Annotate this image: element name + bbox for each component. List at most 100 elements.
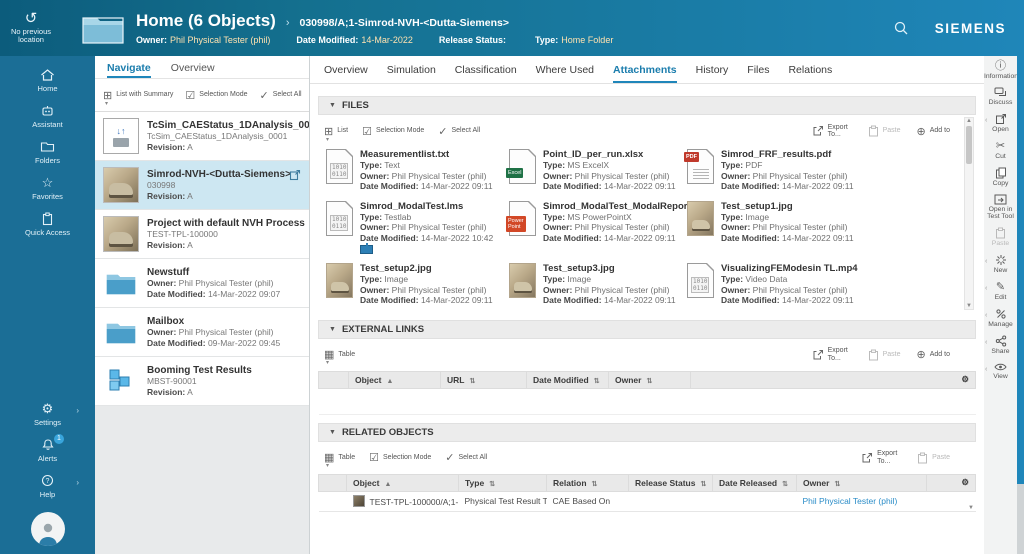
- related-objects-paste-button[interactable]: Paste: [917, 450, 950, 465]
- type-label: Type:: [535, 35, 558, 45]
- table-row-test-tpl-100000[interactable]: TEST-TPL-100000/A;1-Pr... Physical Test …: [319, 491, 976, 511]
- scrollbar-thumb[interactable]: [966, 126, 972, 164]
- list-item-newstuff[interactable]: Newstuff Owner: Phil Physical Tester (ph…: [95, 259, 309, 308]
- file-card-test-setup3[interactable]: Test_setup3.jpg Type: Image Owner: Phil …: [509, 263, 687, 306]
- related-objects-selection-mode-button[interactable]: ☑ Selection Mode: [369, 451, 431, 464]
- owner-link[interactable]: Phil Physical Tester (phil): [803, 496, 898, 506]
- column-header-relation[interactable]: Relation⇅: [547, 474, 629, 491]
- related-objects-select-all-button[interactable]: ✓ Select All: [445, 451, 487, 464]
- open-in-new-icon[interactable]: [289, 169, 301, 181]
- external-links-add-to-button[interactable]: ⊕ Add to: [917, 347, 950, 362]
- user-avatar[interactable]: [31, 512, 65, 546]
- sort-asc-icon: ▲: [386, 378, 393, 385]
- command-open[interactable]: ‹ Open: [984, 109, 1017, 136]
- list-item-simrod-nvh-selected[interactable]: Simrod-NVH-<Dutta-Siemens> 030998 Revisi…: [95, 161, 309, 210]
- checkbox-column-header[interactable]: [319, 371, 349, 388]
- related-objects-table-view-button[interactable]: ▦▾ Table: [324, 451, 355, 464]
- scroll-up-icon[interactable]: ▲: [966, 118, 972, 124]
- scroll-down-icon[interactable]: ▼: [968, 505, 974, 511]
- tab-relations[interactable]: Relations: [788, 56, 832, 83]
- external-links-export-to-button[interactable]: Export To...: [812, 347, 852, 362]
- column-header-release-status[interactable]: Release Status⇅: [629, 474, 713, 491]
- breadcrumb-item[interactable]: 030998/A;1-Simrod-NVH-<Dutta-Siemens>: [299, 17, 508, 29]
- tab-where-used[interactable]: Where Used: [536, 56, 594, 83]
- column-header-date-modified[interactable]: Date Modified⇅: [527, 371, 609, 388]
- tab-overview-left[interactable]: Overview: [171, 56, 215, 78]
- files-list-view-button[interactable]: ⊞▾ List: [324, 125, 348, 138]
- command-open-in-test-tool[interactable]: Open in Test Tool: [984, 190, 1017, 223]
- external-links-paste-button[interactable]: Paste: [868, 347, 901, 362]
- file-card-simrod-frf-results[interactable]: PDF Simrod_FRF_results.pdf Type: PDF Own…: [687, 149, 976, 192]
- column-header-object[interactable]: Object▲: [347, 474, 459, 491]
- scroll-down-icon[interactable]: ▼: [966, 303, 972, 309]
- file-card-simrod-modalreport[interactable]: PowerPoint Simrod_ModalTest_ModalReport.…: [509, 201, 687, 255]
- add-circle-icon: ⊕: [917, 125, 926, 138]
- command-cut[interactable]: ✂ Cut: [984, 136, 1017, 163]
- list-with-summary-button[interactable]: ⊞▾ List with Summary: [103, 89, 173, 102]
- sidebar-item-settings[interactable]: ⚙ › Settings: [0, 396, 95, 432]
- files-export-to-button[interactable]: Export To...: [812, 124, 852, 139]
- tab-files[interactable]: Files: [747, 56, 769, 83]
- file-card-point-id-per-run[interactable]: Excel Point_ID_per_run.xlsx Type: MS Exc…: [509, 149, 687, 192]
- checkbox-column-header[interactable]: [319, 474, 347, 491]
- selection-mode-button[interactable]: ☑ Selection Mode: [185, 89, 247, 102]
- command-share[interactable]: ‹ Share: [984, 331, 1017, 358]
- sidebar-item-home[interactable]: Home: [0, 62, 95, 98]
- files-paste-button[interactable]: Paste: [868, 124, 901, 139]
- table-settings-gear-icon[interactable]: ⚙: [691, 371, 976, 388]
- files-selection-mode-button[interactable]: ☑ Selection Mode: [362, 125, 424, 138]
- tab-history[interactable]: History: [696, 56, 729, 83]
- select-all-button[interactable]: ✓ Select All: [260, 89, 302, 102]
- sidebar-item-assistant[interactable]: Assistant: [0, 98, 95, 134]
- external-links-section-header[interactable]: ▼ EXTERNAL LINKS: [318, 320, 976, 339]
- command-view[interactable]: ‹ View: [984, 358, 1017, 383]
- column-header-date-released[interactable]: Date Released⇅: [713, 474, 797, 491]
- date-modified-value: 14-Mar-2022: [361, 35, 413, 45]
- tab-simulation[interactable]: Simulation: [387, 56, 436, 83]
- related-objects-export-to-button[interactable]: Export To...: [861, 450, 901, 465]
- file-card-visualizing-femodes[interactable]: 10100110 VisualizingFEModesin TL.mp4 Typ…: [687, 263, 976, 306]
- sidebar-item-favorites[interactable]: ☆ Favorites: [0, 170, 95, 206]
- tab-overview[interactable]: Overview: [324, 56, 368, 83]
- command-edit[interactable]: ‹ ✎ Edit: [984, 277, 1017, 304]
- sidebar-item-folders[interactable]: Folders: [0, 134, 95, 170]
- navigate-panel-tabs: Navigate Overview: [95, 56, 309, 79]
- command-copy[interactable]: Copy: [984, 163, 1017, 190]
- column-header-type[interactable]: Type⇅: [459, 474, 547, 491]
- tab-classification[interactable]: Classification: [455, 56, 517, 83]
- tab-attachments[interactable]: Attachments: [613, 56, 677, 83]
- table-settings-gear-icon[interactable]: ⚙: [927, 474, 976, 491]
- list-item-tcsim-caestatus[interactable]: ↓↑ TcSim_CAEStatus_1DAnalysis_0001 TcSim…: [95, 112, 309, 161]
- command-new[interactable]: ‹ New: [984, 250, 1017, 277]
- list-item-mailbox[interactable]: Mailbox Owner: Phil Physical Tester (phi…: [95, 308, 309, 357]
- files-scrollbar[interactable]: ▲ ▼: [964, 117, 974, 310]
- no-previous-location-button[interactable]: ↺ No previous location: [0, 12, 62, 44]
- related-objects-section-header[interactable]: ▼ RELATED OBJECTS: [318, 423, 976, 442]
- sidebar-item-help[interactable]: ? › Help: [0, 468, 95, 504]
- command-paste[interactable]: Paste: [984, 223, 1017, 250]
- column-header-object[interactable]: Object▲: [349, 371, 441, 388]
- files-select-all-button[interactable]: ✓ Select All: [438, 125, 480, 138]
- search-icon[interactable]: [893, 20, 909, 36]
- tab-navigate[interactable]: Navigate: [107, 56, 151, 78]
- external-links-table-view-button[interactable]: ▦▾ Table: [324, 348, 355, 361]
- binary-file-icon: 10100110: [687, 263, 714, 298]
- sidebar-item-quick-access[interactable]: Quick Access: [0, 206, 95, 242]
- file-card-test-setup2[interactable]: Test_setup2.jpg Type: Image Owner: Phil …: [326, 263, 509, 306]
- file-card-measurementlist[interactable]: 10100110 Measurementlist.txt Type: Text …: [326, 149, 509, 192]
- column-header-owner[interactable]: Owner⇅: [797, 474, 927, 491]
- file-card-test-setup1[interactable]: Test_setup1.jpg Type: Image Owner: Phil …: [687, 201, 976, 255]
- related-objects-table: Object▲ Type⇅ Relation⇅ Release Status⇅ …: [318, 474, 976, 512]
- command-information[interactable]: ⓘ Information: [984, 56, 1017, 83]
- command-manage[interactable]: ‹ Manage: [984, 304, 1017, 331]
- files-section-header[interactable]: ▼ FILES: [318, 96, 976, 115]
- collapse-triangle-icon: ▼: [329, 102, 336, 109]
- sidebar-item-alerts[interactable]: 1 Alerts: [0, 432, 95, 468]
- file-card-simrod-modaltest[interactable]: 10100110 Simrod_ModalTest.lms Type: Test…: [326, 201, 509, 255]
- column-header-owner[interactable]: Owner⇅: [609, 371, 691, 388]
- files-add-to-button[interactable]: ⊕ Add to: [917, 124, 950, 139]
- command-discuss[interactable]: Discuss: [984, 83, 1017, 109]
- column-header-url[interactable]: URL⇅: [441, 371, 527, 388]
- list-item-project-nvh-process[interactable]: Project with default NVH Process TEST-TP…: [95, 210, 309, 259]
- list-item-booming-test-results[interactable]: Booming Test Results MBST-90001 Revision…: [95, 357, 309, 406]
